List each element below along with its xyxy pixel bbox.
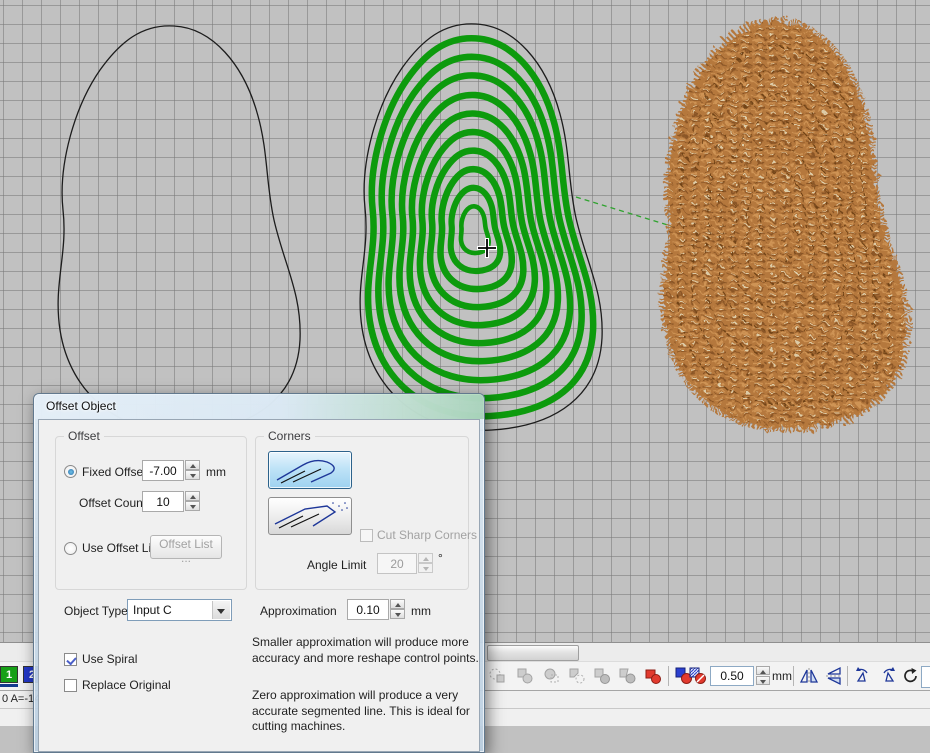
combo-arrow-button[interactable] [212, 601, 230, 619]
fixed-offset-unit: mm [206, 465, 226, 479]
fixed-offset-radio[interactable] [64, 465, 77, 478]
offset-count-spinner[interactable] [185, 491, 200, 512]
shaping-intersect-icon[interactable] [542, 666, 562, 686]
toolbar-separator [793, 666, 794, 686]
shaping-combine-icon[interactable] [592, 666, 612, 686]
use-spiral-checkbox[interactable] [64, 653, 77, 666]
angle-limit-input[interactable] [377, 553, 417, 574]
shaping-exclude-icon[interactable] [567, 666, 587, 686]
horizontal-scrollbar-thumb[interactable] [487, 645, 579, 661]
rotate-left-icon[interactable] [853, 666, 873, 686]
stitched-shape[interactable] [664, 22, 906, 428]
rotate-right-icon[interactable] [878, 666, 898, 686]
fixed-offset-input[interactable] [142, 460, 184, 481]
outline-width-input[interactable] [710, 666, 754, 686]
dialog-titlebar[interactable]: Offset Object [34, 394, 484, 419]
object-type-label: Object Type [64, 604, 128, 618]
palette-color-1[interactable]: 1 [0, 666, 18, 683]
offset-group-label: Offset [64, 429, 104, 443]
rotate-angle-input-partial[interactable] [921, 666, 930, 688]
object-type-combobox[interactable]: Input C [127, 599, 232, 621]
round-corners-button[interactable] [268, 451, 352, 489]
dialog-title: Offset Object [46, 399, 116, 413]
palette-selected-indicator [0, 684, 18, 687]
shaping-trim-icon[interactable] [515, 666, 535, 686]
chevron-down-icon [217, 609, 225, 614]
offset-spiral-shape[interactable] [360, 24, 602, 430]
mirror-horizontal-icon[interactable] [799, 666, 819, 686]
cut-sharp-corners-checkbox[interactable] [360, 529, 373, 542]
angle-limit-spinner[interactable] [418, 553, 433, 574]
cut-sharp-corners-label: Cut Sharp Corners [377, 528, 477, 542]
angle-limit-unit: ° [438, 551, 443, 565]
use-offset-list-label: Use Offset List [82, 541, 160, 555]
mirror-vertical-icon[interactable] [824, 666, 844, 686]
offset-count-label: Offset Count [79, 496, 146, 510]
approximation-note-1: Smaller approximation will produce more … [252, 635, 480, 666]
replace-original-label: Replace Original [82, 678, 171, 692]
round-corners-icon [269, 452, 351, 488]
remove-overlaps-icon[interactable] [643, 666, 663, 686]
corners-groupbox: Corners Cut Sharp Corners Angle Limit [255, 436, 469, 590]
offset-object-dialog: Offset Object Offset Fixed Offset mm Off… [33, 393, 485, 753]
use-offset-list-radio[interactable] [64, 542, 77, 555]
angle-limit-label: Angle Limit [307, 558, 366, 572]
sharp-corners-button[interactable] [268, 497, 352, 535]
outline-offset-tool-icon[interactable] [688, 666, 708, 686]
approximation-note-2: Zero approximation will produce a very a… [252, 688, 480, 735]
fixed-offset-spinner[interactable] [185, 460, 200, 481]
offset-list-button[interactable]: Offset List ... [150, 535, 222, 559]
shaping-fragment-icon[interactable] [617, 666, 637, 686]
outline-width-unit: mm [772, 666, 792, 686]
approximation-spinner[interactable] [390, 599, 405, 620]
sharp-corners-icon [269, 498, 351, 534]
dialog-body: Offset Fixed Offset mm Offset Count Use … [38, 419, 480, 752]
toolbar-separator [847, 666, 848, 686]
approximation-label: Approximation [260, 604, 337, 618]
outline-shape[interactable] [58, 26, 300, 432]
offset-count-input[interactable] [142, 491, 184, 512]
corners-group-label: Corners [264, 429, 315, 443]
rotate-angle-icon[interactable] [901, 666, 921, 686]
replace-original-checkbox[interactable] [64, 679, 77, 692]
crosshair-cursor [477, 238, 497, 258]
use-spiral-label: Use Spiral [82, 652, 137, 666]
approximation-unit: mm [411, 604, 431, 618]
toolbar-separator [668, 666, 669, 686]
offset-groupbox: Offset Fixed Offset mm Offset Count Use … [55, 436, 247, 590]
fixed-offset-label: Fixed Offset [82, 465, 146, 479]
approximation-input[interactable] [347, 599, 389, 620]
shaping-weld-icon[interactable] [488, 666, 508, 686]
outline-width-spinner[interactable] [756, 666, 770, 686]
object-type-value: Input C [133, 603, 172, 617]
